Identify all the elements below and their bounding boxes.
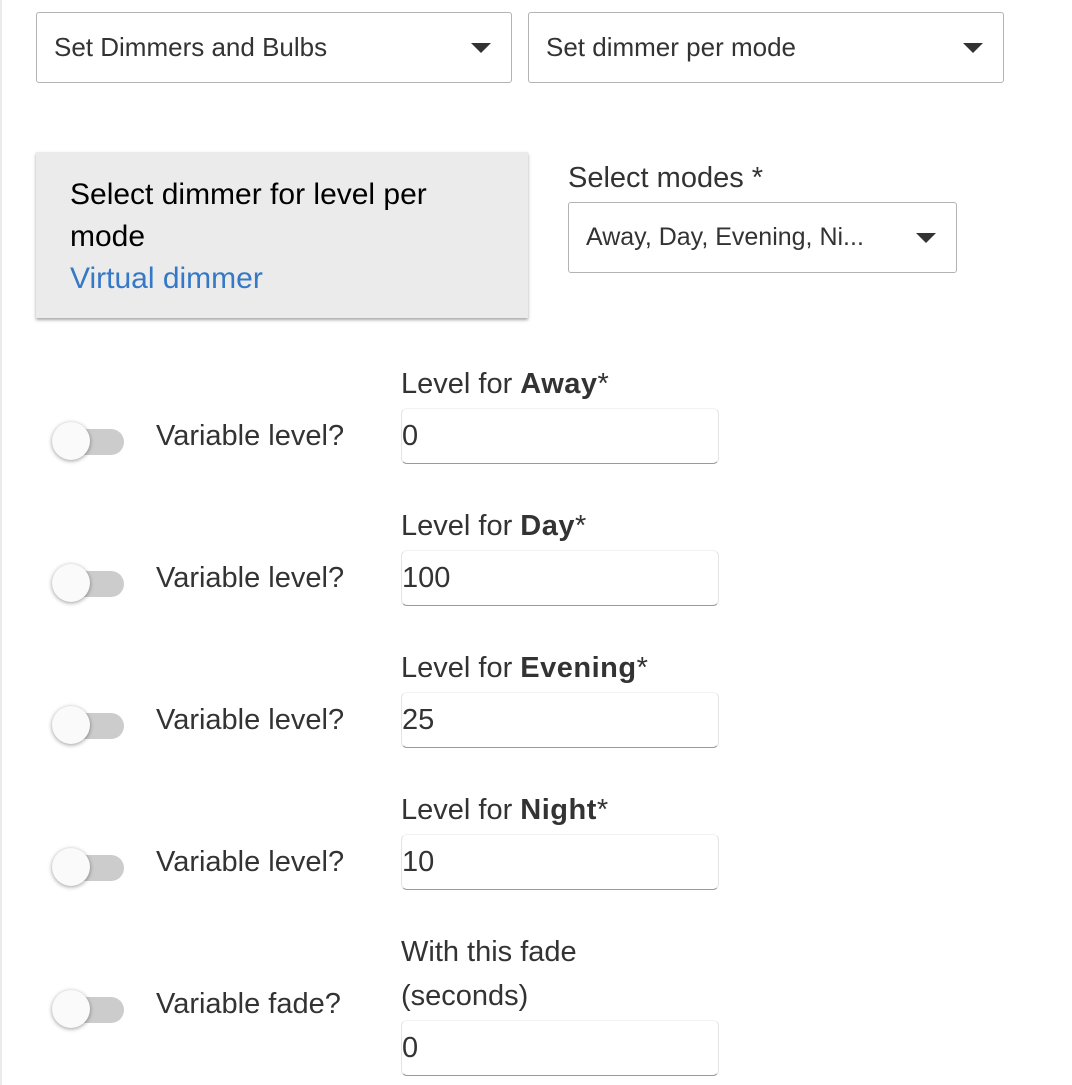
level-label-mode: Night — [520, 794, 597, 826]
required-mark: * — [575, 510, 587, 542]
required-mark: * — [596, 794, 609, 826]
variable-level-label: Variable level? — [156, 846, 345, 878]
variable-level-toggle-away[interactable] — [52, 421, 126, 461]
variable-fade-toggle[interactable] — [52, 989, 126, 1029]
toggle-thumb — [52, 422, 90, 460]
toggle-thumb — [52, 990, 90, 1028]
variable-fade-label: Variable fade? — [156, 988, 341, 1020]
action-select-value: Set dimmer per mode — [546, 32, 796, 62]
variable-level-toggle-evening[interactable] — [52, 705, 126, 745]
modes-select-label: Select modes * — [568, 162, 764, 194]
modes-select[interactable]: Away, Day, Evening, Ni... — [568, 202, 957, 273]
level-label-mode: Evening — [520, 652, 637, 684]
toggle-thumb — [52, 848, 90, 886]
level-input-evening[interactable]: 25 — [401, 692, 719, 748]
level-label-mode: Away — [520, 368, 598, 400]
level-input-night[interactable]: 10 — [401, 834, 719, 890]
variable-level-toggle-day[interactable] — [52, 563, 126, 603]
level-label-prefix: Level for — [401, 368, 521, 400]
level-label-evening: Level for Evening* — [401, 652, 648, 685]
level-label-away: Level for Away* — [401, 368, 609, 401]
level-label-prefix: Level for — [401, 652, 521, 684]
action-select[interactable]: Set dimmer per mode — [528, 12, 1004, 83]
level-input-day[interactable]: 100 — [401, 550, 719, 606]
toggle-thumb — [52, 706, 90, 744]
level-label-prefix: Level for — [401, 794, 521, 826]
category-select-value: Set Dimmers and Bulbs — [54, 32, 328, 62]
dimmer-select-card[interactable]: Select dimmer for level per mode Virtual… — [36, 152, 528, 318]
modes-select-value: Away, Day, Evening, Ni... — [586, 223, 864, 251]
chevron-down-icon — [916, 232, 936, 243]
dimmer-card-value[interactable]: Virtual dimmer — [70, 258, 498, 300]
fade-label-line2: (seconds) — [401, 980, 529, 1012]
chevron-down-icon — [471, 42, 491, 53]
level-label-mode: Day — [520, 510, 575, 542]
level-label-night: Level for Night* — [401, 794, 608, 827]
level-label-day: Level for Day* — [401, 510, 586, 543]
level-label-prefix: Level for — [401, 510, 521, 542]
required-mark: * — [636, 652, 648, 684]
category-select[interactable]: Set Dimmers and Bulbs — [36, 12, 512, 83]
variable-level-label: Variable level? — [156, 562, 345, 594]
dimmer-card-title: Select dimmer for level per mode — [70, 178, 427, 253]
page: Set Dimmers and Bulbs Set dimmer per mod… — [0, 0, 1072, 1085]
variable-level-label: Variable level? — [156, 420, 345, 452]
fade-input[interactable]: 0 — [401, 1020, 719, 1076]
variable-level-toggle-night[interactable] — [52, 847, 126, 887]
fade-label-line1: With this fade — [401, 936, 577, 968]
level-input-away[interactable]: 0 — [401, 408, 719, 464]
required-mark: * — [597, 368, 609, 400]
toggle-thumb — [52, 564, 90, 602]
chevron-down-icon — [963, 42, 983, 53]
variable-level-label: Variable level? — [156, 704, 345, 736]
